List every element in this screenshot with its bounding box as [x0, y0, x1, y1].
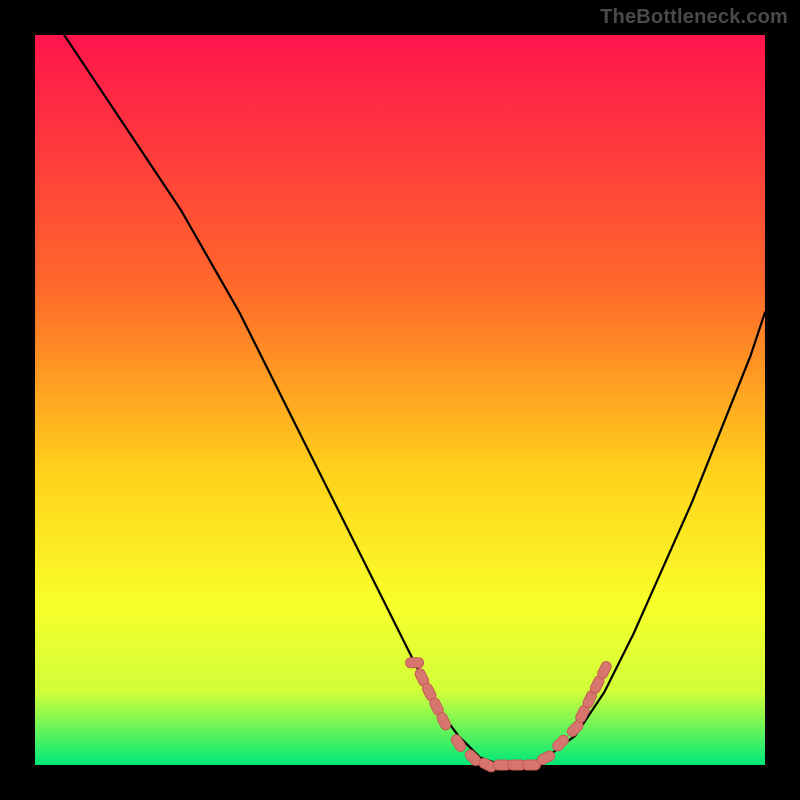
marker-point [406, 658, 424, 668]
gradient-plot-area [35, 35, 765, 765]
chart-stage: TheBottleneck.com [0, 0, 800, 800]
bottleneck-curve-plot [0, 0, 800, 800]
